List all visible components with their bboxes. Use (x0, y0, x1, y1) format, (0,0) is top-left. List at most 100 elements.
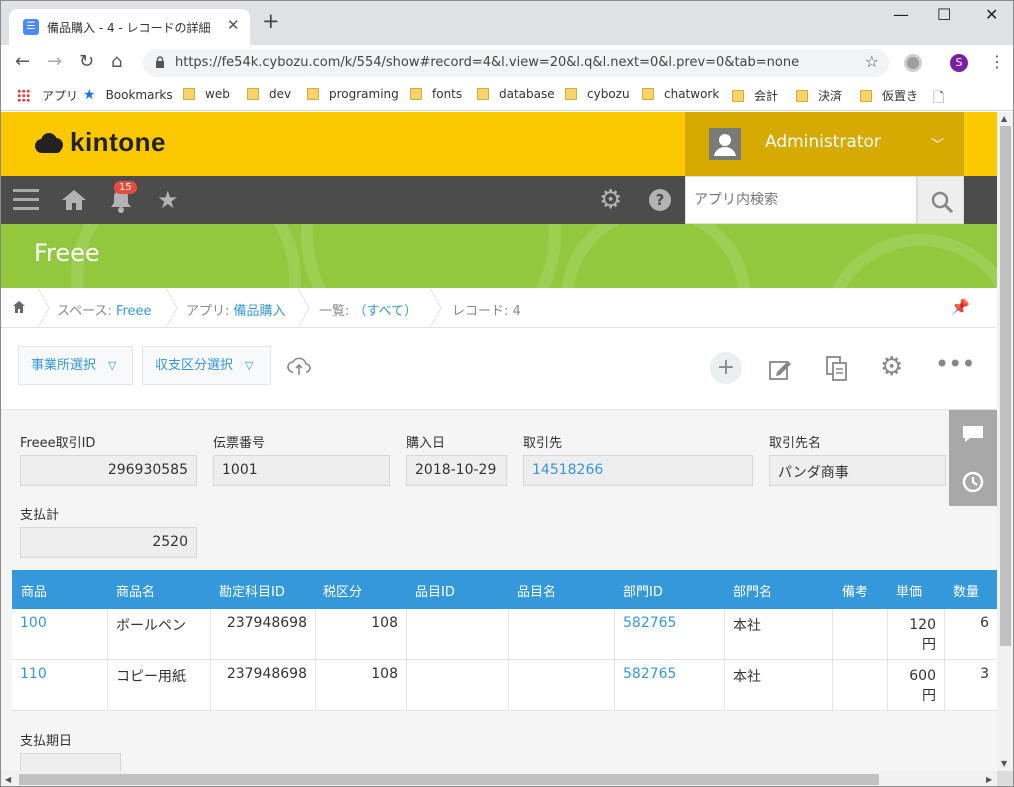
bookmark-accounting[interactable]: 会計 (732, 87, 778, 104)
portal-home-icon[interactable] (61, 188, 87, 212)
close-window-button[interactable]: ✕ (985, 5, 998, 24)
item-link[interactable]: 110 (20, 666, 47, 682)
profile-avatar[interactable]: S (950, 54, 968, 72)
extension-gear-icon[interactable] (904, 54, 922, 72)
bookmark-dev[interactable]: dev (247, 87, 291, 101)
user-menu[interactable]: Administrator ﹀ (685, 112, 964, 176)
bookmark-apps[interactable]: アプリ (17, 87, 78, 104)
kintone-logo[interactable]: kintone (35, 127, 166, 158)
field-label-freee-id: Freee取引ID (20, 436, 96, 451)
cell-account-id: 237948698 (211, 609, 316, 660)
record-action-bar: 事業所選択 ▽ 収支区分選択 ▽ + ⚙ ••• (1, 328, 997, 410)
new-tab-icon[interactable]: + (262, 11, 280, 32)
folder-icon (410, 88, 422, 100)
vertical-scroll-thumb[interactable] (1000, 126, 1011, 646)
folder-icon (860, 89, 872, 102)
notification-badge: 15 (114, 181, 137, 194)
bookmark-cybozu[interactable]: cybozu (565, 87, 630, 101)
user-avatar-icon (709, 128, 741, 160)
duplicate-record-icon[interactable] (826, 356, 848, 382)
balance-select-button[interactable]: 収支区分選択 ▽ (142, 346, 271, 385)
address-bar[interactable]: https://fe54k.cybozu.com/k/554/show#reco… (143, 49, 889, 77)
pin-icon[interactable]: 📌 (951, 298, 970, 316)
column-header-dept-id: 部門ID (623, 585, 663, 600)
add-record-button[interactable]: + (710, 352, 742, 384)
bookmark-bookmarks[interactable]: ★ Bookmarks (83, 87, 173, 103)
bookmark-star-icon[interactable]: ☆ (865, 52, 879, 71)
scroll-down-arrow-icon[interactable]: ▼ (1001, 759, 1007, 768)
chevron-down-icon: ▽ (245, 359, 254, 372)
partner-link[interactable]: 14518266 (532, 462, 603, 478)
bookmark-temp[interactable]: 仮置き (860, 87, 918, 104)
kintone-cloud-icon (35, 132, 65, 154)
cell-dept-id: 582765 (615, 609, 725, 660)
browser-toolbar: ← → ↻ ⌂ https://fe54k.cybozu.com/k/554/s… (1, 45, 1013, 81)
back-arrow-icon[interactable]: ← (15, 51, 30, 73)
breadcrumb-list[interactable]: 一覧: （すべて） (319, 300, 417, 319)
maximize-button[interactable]: ☐ (937, 5, 951, 24)
favorites-star-icon[interactable]: ★ (157, 186, 179, 214)
scroll-left-arrow-icon[interactable]: ◀ (5, 775, 11, 784)
field-value-slip-no: 1001 (213, 455, 390, 486)
breadcrumb-app[interactable]: アプリ: 備品購入 (186, 300, 286, 319)
office-select-button[interactable]: 事業所選択 ▽ (18, 346, 133, 385)
horizontal-scrollbar[interactable]: ◀ ▶ (1, 771, 997, 786)
minimize-button[interactable]: — (893, 5, 909, 24)
cloud-upload-icon[interactable] (286, 355, 312, 377)
chevron-down-icon: ﹀ (931, 138, 945, 153)
field-label-slip-no: 伝票番号 (213, 436, 266, 451)
reload-icon[interactable]: ↻ (79, 51, 94, 73)
history-icon[interactable] (961, 470, 985, 494)
folder-icon (732, 89, 744, 102)
help-question-icon[interactable]: ? (649, 189, 671, 211)
bookmark-web[interactable]: web (183, 87, 230, 101)
logo-text: kintone (70, 127, 166, 157)
field-value-freee-id: 296930585 (20, 455, 197, 486)
bookmarks-star-icon: ★ (83, 87, 96, 103)
edit-record-icon[interactable] (768, 357, 793, 382)
app-search-input[interactable] (694, 192, 904, 208)
subtable-header: 商品 商品名 勘定科目ID 税区分 品目ID 品目名 部門ID 部門名 備考 単… (12, 570, 997, 609)
more-options-icon[interactable]: ••• (935, 350, 975, 378)
field-value-due-date (20, 753, 121, 773)
vertical-scrollbar[interactable]: ▲ ▼ (997, 112, 1013, 771)
tab-close-icon[interactable]: ✕ (227, 16, 240, 34)
bookmark-programing[interactable]: programing (307, 87, 399, 101)
cell-product-id (407, 609, 509, 660)
hamburger-menu-icon[interactable] (13, 189, 39, 211)
cell-note (833, 609, 888, 660)
field-label-due-date: 支払期日 (20, 734, 73, 749)
breadcrumb-separator (165, 288, 178, 328)
horizontal-scroll-thumb[interactable] (19, 774, 879, 785)
cell-price: 600 円 (888, 660, 945, 711)
search-icon (931, 191, 954, 214)
page-bookmark-icon[interactable]: 🗋 (933, 87, 944, 111)
cell-price: 120 円 (888, 609, 945, 660)
breadcrumb-home-icon[interactable] (12, 300, 26, 314)
cell-dept-name: 本社 (725, 609, 833, 660)
bookmark-payment[interactable]: 決済 (796, 87, 842, 104)
comment-icon[interactable] (961, 424, 985, 444)
bookmark-chatwork[interactable]: chatwork (642, 87, 719, 101)
home-icon[interactable]: ⌂ (111, 51, 122, 73)
scroll-right-arrow-icon[interactable]: ▶ (986, 775, 992, 784)
breadcrumb-space[interactable]: スペース: Freee (57, 300, 152, 319)
item-link[interactable]: 100 (20, 615, 47, 631)
browser-tab[interactable]: ☰ 備品購入 - 4 - レコードの詳細 ✕ (9, 9, 250, 45)
bookmark-database[interactable]: database (477, 87, 555, 101)
scroll-up-arrow-icon[interactable]: ▲ (1001, 114, 1007, 123)
browser-menu-icon[interactable]: ⋮ (989, 51, 1005, 73)
column-header-item-name: 商品名 (116, 585, 156, 600)
forward-arrow-icon[interactable]: → (47, 51, 62, 73)
column-header-price: 単価 (896, 585, 923, 600)
search-button[interactable] (917, 176, 964, 224)
settings-gear-icon[interactable]: ⚙ (599, 185, 622, 215)
dept-link[interactable]: 582765 (623, 666, 676, 682)
column-header-note: 備考 (842, 585, 869, 600)
dept-link[interactable]: 582765 (623, 615, 676, 631)
breadcrumb-separator (297, 288, 310, 328)
scrollbar-corner (997, 771, 1013, 786)
cell-product-id (407, 660, 509, 711)
bookmark-fonts[interactable]: fonts (410, 87, 462, 101)
app-settings-gear-icon[interactable]: ⚙ (880, 352, 903, 382)
